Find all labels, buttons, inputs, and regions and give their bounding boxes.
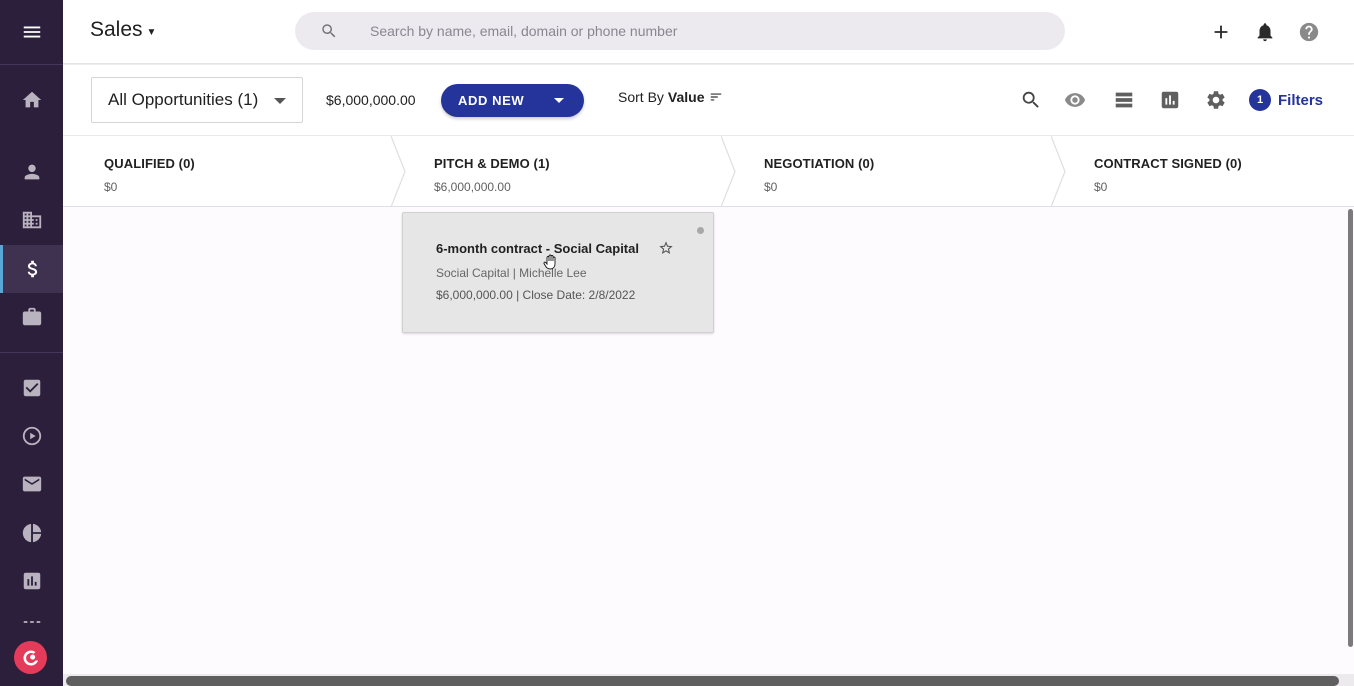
sort-icon <box>710 93 721 101</box>
sidebar-item-people[interactable] <box>0 148 63 196</box>
add-new-label: ADD NEW <box>458 93 525 108</box>
list-view-button[interactable] <box>1112 88 1136 112</box>
pie-chart-icon <box>22 523 41 543</box>
help-button[interactable] <box>1297 20 1321 44</box>
stage-separator <box>721 136 736 207</box>
opportunity-card[interactable]: 6-month contract - Social Capital Social… <box>402 212 714 333</box>
card-status-dot <box>697 227 704 234</box>
sidebar-divider <box>0 64 63 65</box>
opportunity-title[interactable]: 6-month contract - Social Capital <box>436 241 639 256</box>
top-bar: Sales ▼ <box>63 0 1354 64</box>
bar-chart-icon <box>1161 91 1179 109</box>
sidebar-item-tasks[interactable] <box>0 364 63 412</box>
search-icon <box>322 24 336 38</box>
sidebar-divider <box>0 352 63 353</box>
stage-amount: $6,000,000.00 <box>434 180 511 194</box>
bell-icon <box>1257 23 1273 42</box>
play-circle-icon <box>22 426 41 446</box>
more-horizontal-icon <box>23 621 40 623</box>
sidebar <box>0 0 63 686</box>
gear-icon <box>1207 91 1225 109</box>
dropdown-arrow-icon <box>274 98 286 104</box>
search-pipeline-button[interactable] <box>1019 88 1043 112</box>
stage-amount: $0 <box>104 180 118 194</box>
sidebar-item-companies[interactable] <box>0 196 63 244</box>
stage-name: CONTRACT SIGNED (0) <box>1094 156 1242 171</box>
help-icon <box>1299 22 1319 42</box>
list-icon <box>1115 92 1133 108</box>
building-icon <box>22 211 41 229</box>
filters-button[interactable]: 1 Filters <box>1249 88 1323 112</box>
app-root: Sales ▼ All Opportunities (1) $6,000,000… <box>0 0 1354 686</box>
opportunity-meta: $6,000,000.00 | Close Date: 2/8/2022 <box>436 288 636 302</box>
star-icon[interactable] <box>658 240 676 258</box>
stage-separator <box>1051 136 1066 207</box>
pipeline-toolbar: All Opportunities (1) $6,000,000.00 ADD … <box>63 65 1354 135</box>
chevron-down-icon: ▼ <box>146 26 157 38</box>
visibility-button[interactable] <box>1063 88 1087 112</box>
sidebar-item-projects[interactable] <box>0 293 63 341</box>
sidebar-item-sales[interactable] <box>0 245 63 293</box>
sidebar-item-reports[interactable] <box>0 509 63 557</box>
stage-name: NEGOTIATION (0) <box>764 156 875 171</box>
global-search[interactable] <box>295 12 1065 50</box>
eye-icon <box>1064 93 1086 107</box>
stage-name: PITCH & DEMO (1) <box>434 156 550 171</box>
sort-by-value: Value <box>667 89 705 105</box>
briefcase-icon <box>22 307 41 326</box>
stage-contract-signed[interactable]: CONTRACT SIGNED (0) $0 <box>1094 136 1344 207</box>
stage-amount: $0 <box>764 180 778 194</box>
plus-icon <box>1214 25 1228 39</box>
stage-negotiation[interactable]: NEGOTIATION (0) $0 <box>764 136 1044 207</box>
sidebar-item-dashboards[interactable] <box>0 557 63 605</box>
search-icon <box>1022 91 1039 108</box>
stage-name: QUALIFIED (0) <box>104 156 195 171</box>
home-icon <box>22 91 41 108</box>
brand-logo[interactable] <box>14 641 47 674</box>
stage-pitch-demo[interactable]: PITCH & DEMO (1) $6,000,000.00 <box>434 136 714 207</box>
app-title: Sales <box>90 18 143 41</box>
sidebar-item-email[interactable] <box>0 460 63 508</box>
view-selector-label: All Opportunities (1) <box>108 90 259 109</box>
settings-button[interactable] <box>1204 88 1228 112</box>
search-input[interactable] <box>370 21 1010 41</box>
sidebar-item-activity[interactable] <box>0 412 63 460</box>
bar-chart-icon <box>23 572 40 590</box>
pipeline-stages: QUALIFIED (0) $0 PITCH & DEMO (1) $6,000… <box>63 135 1354 207</box>
stage-qualified[interactable]: QUALIFIED (0) $0 <box>104 136 384 207</box>
grab-cursor-icon <box>543 254 556 270</box>
stage-amount: $0 <box>1094 180 1108 194</box>
filter-count-badge: 1 <box>1249 89 1271 111</box>
hamburger-menu-icon <box>23 26 40 38</box>
sidebar-item-home[interactable] <box>0 76 63 124</box>
logo-icon <box>23 650 38 665</box>
horizontal-scrollbar[interactable] <box>66 676 1339 686</box>
person-icon <box>24 164 39 180</box>
mail-icon <box>22 476 41 492</box>
sort-by-control[interactable]: Sort By Value <box>618 89 723 105</box>
dollar-icon <box>27 260 38 278</box>
filters-label: Filters <box>1278 91 1324 109</box>
checkbox-icon <box>23 379 40 397</box>
opportunity-subtitle: Social Capital | Michelle Lee <box>436 266 587 280</box>
pipeline-board: 6-month contract - Social Capital Social… <box>63 208 1354 674</box>
add-new-button[interactable]: ADD NEW <box>441 84 584 117</box>
chart-view-button[interactable] <box>1158 88 1182 112</box>
sort-by-prefix: Sort By <box>618 89 664 105</box>
vertical-scrollbar[interactable] <box>1348 209 1353 647</box>
app-switcher[interactable]: Sales ▼ <box>90 18 156 42</box>
chevron-down-icon[interactable] <box>554 98 564 103</box>
create-button[interactable] <box>1209 20 1233 44</box>
pipeline-total-value: $6,000,000.00 <box>326 92 416 108</box>
sidebar-item-more[interactable] <box>0 600 63 644</box>
view-selector[interactable]: All Opportunities (1) <box>91 77 303 123</box>
stage-separator <box>391 136 406 207</box>
notifications-button[interactable] <box>1253 20 1277 44</box>
menu-button[interactable] <box>0 8 63 56</box>
